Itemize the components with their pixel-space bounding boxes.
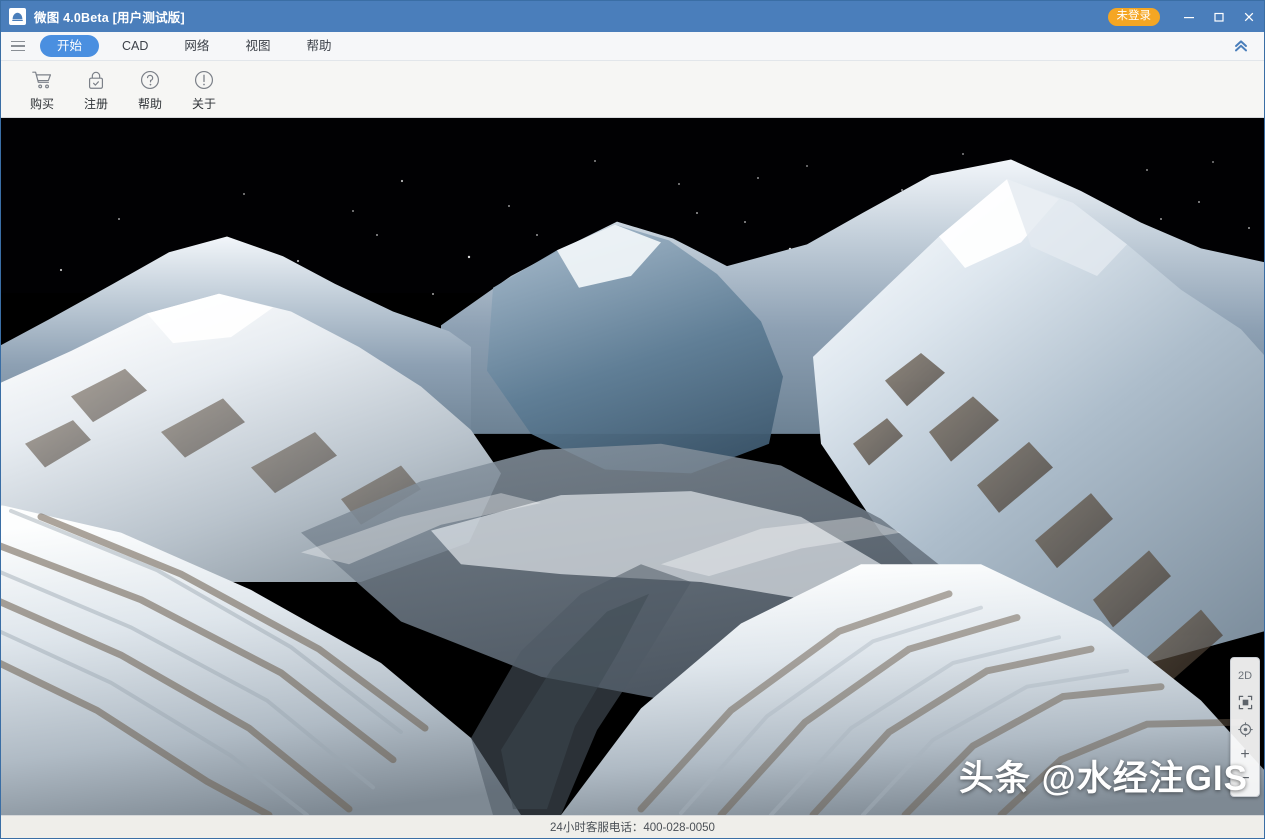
maximize-icon[interactable] [1204, 1, 1234, 32]
ribbon-about[interactable]: 关于 [177, 65, 231, 112]
status-bar: 24小时客服电话：400-028-0050 [1, 815, 1264, 838]
window-title: 微图 4.0Beta [用户测试版] [34, 11, 185, 25]
tab-help[interactable]: 帮助 [293, 35, 344, 57]
tab-cad-label: CAD [122, 39, 149, 53]
nav-zoom-in[interactable]: + [1232, 743, 1258, 767]
zoom-out-icon: − [1240, 770, 1250, 787]
tab-view[interactable]: 视图 [232, 35, 283, 57]
nav-mode-2d-label: 2D [1237, 669, 1253, 682]
fit-extent-icon[interactable] [1232, 689, 1258, 716]
nav-zoom-out[interactable]: − [1232, 767, 1258, 791]
mountain-logo-icon [9, 8, 26, 25]
titlebar-controls: 未登录 [1107, 1, 1265, 32]
tab-start-label: 开始 [57, 39, 83, 53]
tab-network-label: 网络 [184, 39, 210, 53]
ribbon-register-label: 注册 [83, 97, 108, 111]
chevron-double-up-icon[interactable] [1228, 32, 1254, 60]
ribbon-buy-label: 购买 [29, 97, 54, 111]
menu-tab-bar: 开始 CAD 网络 视图 帮助 [1, 32, 1264, 61]
tab-view-label: 视图 [245, 39, 271, 53]
3d-map-viewport[interactable]: 2D + − 头条 @水经注GIS [1, 118, 1264, 815]
question-circle-icon [139, 68, 161, 92]
nav-mode-2d[interactable]: 2D [1232, 662, 1258, 689]
ribbon-toolbar: 购买 注册 帮助 关于 [1, 61, 1264, 118]
snow-mountain-terrain [1, 118, 1264, 815]
application-window: 微图 4.0Beta [用户测试版] 未登录 开始 CAD 网络 视图 帮助 购… [0, 0, 1265, 839]
tab-cad[interactable]: CAD [109, 35, 161, 57]
ribbon-help[interactable]: 帮助 [123, 65, 177, 112]
title-bar: 微图 4.0Beta [用户测试版] 未登录 [1, 1, 1264, 32]
shopping-cart-icon [31, 68, 53, 92]
ribbon-about-label: 关于 [191, 97, 216, 111]
zoom-in-icon: + [1240, 746, 1250, 763]
hamburger-icon[interactable] [1, 32, 35, 60]
minimize-icon[interactable] [1174, 1, 1204, 32]
compass-icon[interactable] [1232, 716, 1258, 743]
tab-help-label: 帮助 [306, 39, 332, 53]
close-icon[interactable] [1234, 1, 1264, 32]
ribbon-register[interactable]: 注册 [69, 65, 123, 112]
login-status-badge[interactable]: 未登录 [1107, 7, 1160, 26]
navigation-control-panel: 2D + − [1230, 657, 1260, 797]
exclamation-circle-icon [193, 68, 215, 92]
ribbon-help-label: 帮助 [137, 97, 162, 111]
ribbon-buy[interactable]: 购买 [15, 65, 69, 112]
lock-icon [85, 68, 107, 92]
tab-start[interactable]: 开始 [40, 35, 100, 57]
support-phone-text: 24小时客服电话：400-028-0050 [550, 822, 715, 834]
tab-network[interactable]: 网络 [171, 35, 222, 57]
